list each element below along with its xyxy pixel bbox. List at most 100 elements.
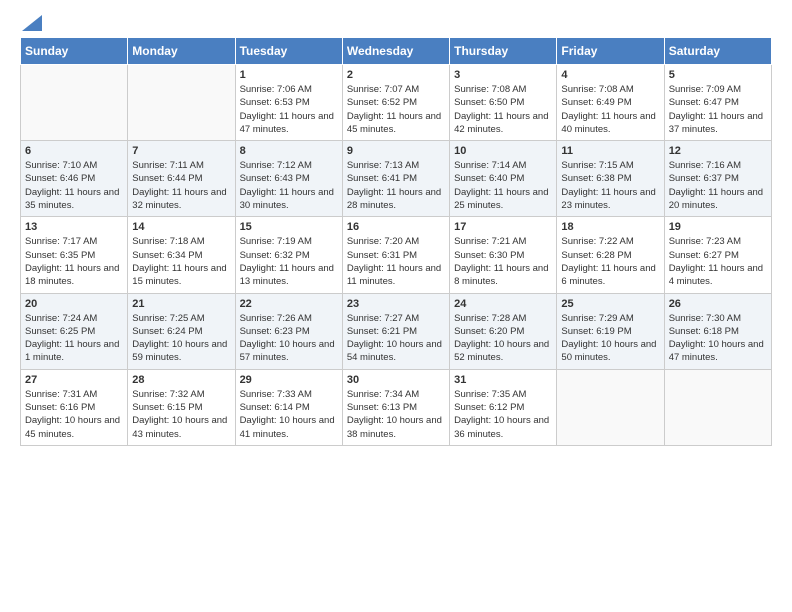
- calendar-cell: 31 Sunrise: 7:35 AM Sunset: 6:12 PM Dayli…: [450, 369, 557, 445]
- calendar-cell: 3 Sunrise: 7:08 AM Sunset: 6:50 PM Daylig…: [450, 65, 557, 141]
- day-info: Sunrise: 7:25 AM Sunset: 6:24 PM Dayligh…: [132, 312, 230, 365]
- day-header-saturday: Saturday: [664, 38, 771, 65]
- calendar-cell: 11Sunrise: 7:15 AM Sunset: 6:38 PM Dayli…: [557, 141, 664, 217]
- day-info: Sunrise: 7:21 AM Sunset: 6:30 PM Dayligh…: [454, 235, 552, 288]
- day-number: 26: [669, 298, 767, 310]
- day-number: 8: [240, 145, 338, 157]
- header-row: SundayMondayTuesdayWednesdayThursdayFrid…: [21, 38, 772, 65]
- calendar-cell: [557, 369, 664, 445]
- calendar-cell: 13 Sunrise: 7:17 AM Sunset: 6:35 PM Dayli…: [21, 217, 128, 293]
- day-info: Sunrise: 7:20 AM Sunset: 6:31 PM Dayligh…: [347, 235, 445, 288]
- day-number: 4: [561, 69, 659, 81]
- calendar-cell: 1Sunrise: 7:06 AM Sunset: 6:53 PM Daylig…: [235, 65, 342, 141]
- day-info: Sunrise: 7:33 AM Sunset: 6:14 PM Dayligh…: [240, 388, 338, 441]
- logo-icon: [22, 15, 42, 31]
- day-number: 27: [25, 374, 123, 386]
- day-info: Sunrise: 7:19 AM Sunset: 6:32 PM Dayligh…: [240, 235, 338, 288]
- day-info: Sunrise: 7:12 AM Sunset: 6:43 PM Dayligh…: [240, 159, 338, 212]
- day-number: 11: [561, 145, 659, 157]
- day-info: Sunrise: 7:34 AM Sunset: 6:13 PM Dayligh…: [347, 388, 445, 441]
- day-number: 20: [25, 298, 123, 310]
- day-number: 13: [25, 221, 123, 233]
- calendar-cell: 8 Sunrise: 7:12 AM Sunset: 6:43 PM Daylig…: [235, 141, 342, 217]
- week-row-4: 27Sunrise: 7:31 AM Sunset: 6:16 PM Dayli…: [21, 369, 772, 445]
- day-number: 9: [347, 145, 445, 157]
- day-info: Sunrise: 7:30 AM Sunset: 6:18 PM Dayligh…: [669, 312, 767, 365]
- day-number: 14: [132, 221, 230, 233]
- day-number: 6: [25, 145, 123, 157]
- week-row-3: 20 Sunrise: 7:24 AM Sunset: 6:25 PM Dayli…: [21, 293, 772, 369]
- day-info: Sunrise: 7:10 AM Sunset: 6:46 PM Dayligh…: [25, 159, 123, 212]
- day-number: 21: [132, 298, 230, 310]
- calendar-cell: 6 Sunrise: 7:10 AM Sunset: 6:46 PM Daylig…: [21, 141, 128, 217]
- calendar-cell: 26 Sunrise: 7:30 AM Sunset: 6:18 PM Dayli…: [664, 293, 771, 369]
- calendar-cell: 4 Sunrise: 7:08 AM Sunset: 6:49 PM Daylig…: [557, 65, 664, 141]
- day-info: Sunrise: 7:22 AM Sunset: 6:28 PM Dayligh…: [561, 235, 659, 288]
- day-info: Sunrise: 7:09 AM Sunset: 6:47 PM Dayligh…: [669, 83, 767, 136]
- calendar-cell: [128, 65, 235, 141]
- calendar-table: SundayMondayTuesdayWednesdayThursdayFrid…: [20, 37, 772, 446]
- day-header-tuesday: Tuesday: [235, 38, 342, 65]
- calendar-cell: 7 Sunrise: 7:11 AM Sunset: 6:44 PM Daylig…: [128, 141, 235, 217]
- calendar-cell: 15 Sunrise: 7:19 AM Sunset: 6:32 PM Dayli…: [235, 217, 342, 293]
- day-info: Sunrise: 7:35 AM Sunset: 6:12 PM Dayligh…: [454, 388, 552, 441]
- calendar-cell: 20 Sunrise: 7:24 AM Sunset: 6:25 PM Dayli…: [21, 293, 128, 369]
- calendar-cell: 30 Sunrise: 7:34 AM Sunset: 6:13 PM Dayli…: [342, 369, 449, 445]
- day-number: 23: [347, 298, 445, 310]
- day-info: Sunrise: 7:07 AM Sunset: 6:52 PM Dayligh…: [347, 83, 445, 136]
- day-number: 16: [347, 221, 445, 233]
- day-number: 17: [454, 221, 552, 233]
- calendar-cell: 5 Sunrise: 7:09 AM Sunset: 6:47 PM Daylig…: [664, 65, 771, 141]
- day-info: Sunrise: 7:13 AM Sunset: 6:41 PM Dayligh…: [347, 159, 445, 212]
- day-info: Sunrise: 7:26 AM Sunset: 6:23 PM Dayligh…: [240, 312, 338, 365]
- day-info: Sunrise: 7:29 AM Sunset: 6:19 PM Dayligh…: [561, 312, 659, 365]
- day-number: 3: [454, 69, 552, 81]
- calendar-cell: 10 Sunrise: 7:14 AM Sunset: 6:40 PM Dayli…: [450, 141, 557, 217]
- day-number: 10: [454, 145, 552, 157]
- header: [20, 15, 772, 25]
- calendar-cell: 23 Sunrise: 7:27 AM Sunset: 6:21 PM Dayli…: [342, 293, 449, 369]
- day-info: Sunrise: 7:06 AM Sunset: 6:53 PM Dayligh…: [240, 83, 338, 136]
- day-number: 31: [454, 374, 552, 386]
- calendar-cell: 27Sunrise: 7:31 AM Sunset: 6:16 PM Dayli…: [21, 369, 128, 445]
- day-number: 18: [561, 221, 659, 233]
- calendar-cell: 14 Sunrise: 7:18 AM Sunset: 6:34 PM Dayli…: [128, 217, 235, 293]
- day-number: 24: [454, 298, 552, 310]
- calendar-cell: 24 Sunrise: 7:28 AM Sunset: 6:20 PM Dayli…: [450, 293, 557, 369]
- day-info: Sunrise: 7:23 AM Sunset: 6:27 PM Dayligh…: [669, 235, 767, 288]
- day-info: Sunrise: 7:27 AM Sunset: 6:21 PM Dayligh…: [347, 312, 445, 365]
- day-number: 19: [669, 221, 767, 233]
- day-header-friday: Friday: [557, 38, 664, 65]
- day-number: 15: [240, 221, 338, 233]
- day-header-thursday: Thursday: [450, 38, 557, 65]
- day-number: 7: [132, 145, 230, 157]
- calendar-cell: 18 Sunrise: 7:22 AM Sunset: 6:28 PM Dayli…: [557, 217, 664, 293]
- day-info: Sunrise: 7:17 AM Sunset: 6:35 PM Dayligh…: [25, 235, 123, 288]
- day-number: 5: [669, 69, 767, 81]
- calendar-cell: 22 Sunrise: 7:26 AM Sunset: 6:23 PM Dayli…: [235, 293, 342, 369]
- day-info: Sunrise: 7:18 AM Sunset: 6:34 PM Dayligh…: [132, 235, 230, 288]
- calendar-cell: [21, 65, 128, 141]
- day-number: 30: [347, 374, 445, 386]
- day-number: 25: [561, 298, 659, 310]
- logo: [20, 15, 42, 25]
- day-info: Sunrise: 7:08 AM Sunset: 6:49 PM Dayligh…: [561, 83, 659, 136]
- day-info: Sunrise: 7:08 AM Sunset: 6:50 PM Dayligh…: [454, 83, 552, 136]
- day-header-monday: Monday: [128, 38, 235, 65]
- day-number: 2: [347, 69, 445, 81]
- calendar-cell: 21 Sunrise: 7:25 AM Sunset: 6:24 PM Dayli…: [128, 293, 235, 369]
- calendar-cell: 12 Sunrise: 7:16 AM Sunset: 6:37 PM Dayli…: [664, 141, 771, 217]
- calendar-cell: 29Sunrise: 7:33 AM Sunset: 6:14 PM Dayli…: [235, 369, 342, 445]
- day-info: Sunrise: 7:24 AM Sunset: 6:25 PM Dayligh…: [25, 312, 123, 365]
- page: SundayMondayTuesdayWednesdayThursdayFrid…: [0, 0, 792, 461]
- day-info: Sunrise: 7:28 AM Sunset: 6:20 PM Dayligh…: [454, 312, 552, 365]
- calendar-cell: 16 Sunrise: 7:20 AM Sunset: 6:31 PM Dayli…: [342, 217, 449, 293]
- day-number: 12: [669, 145, 767, 157]
- day-info: Sunrise: 7:11 AM Sunset: 6:44 PM Dayligh…: [132, 159, 230, 212]
- day-number: 22: [240, 298, 338, 310]
- week-row-0: 1Sunrise: 7:06 AM Sunset: 6:53 PM Daylig…: [21, 65, 772, 141]
- calendar-cell: 28Sunrise: 7:32 AM Sunset: 6:15 PM Dayli…: [128, 369, 235, 445]
- week-row-1: 6 Sunrise: 7:10 AM Sunset: 6:46 PM Daylig…: [21, 141, 772, 217]
- day-info: Sunrise: 7:14 AM Sunset: 6:40 PM Dayligh…: [454, 159, 552, 212]
- day-info: Sunrise: 7:16 AM Sunset: 6:37 PM Dayligh…: [669, 159, 767, 212]
